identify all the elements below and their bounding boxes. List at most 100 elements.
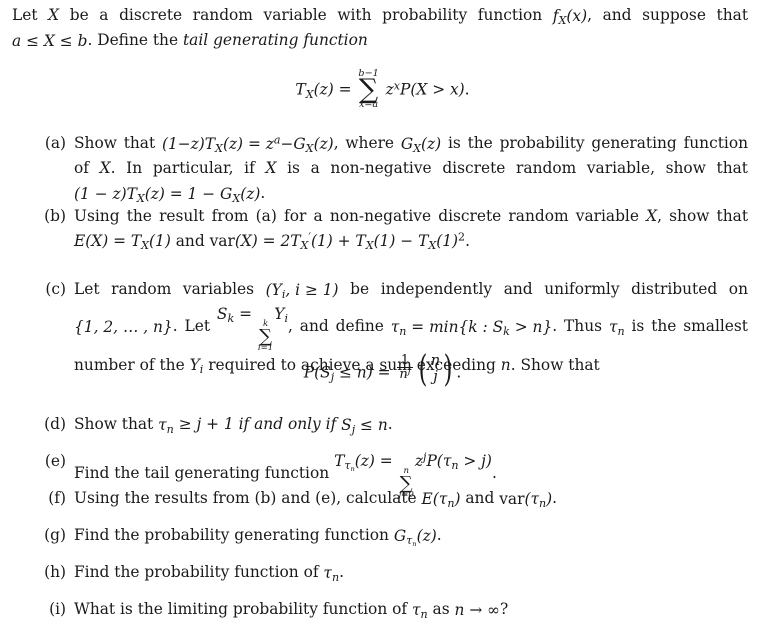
item-c-text-5: . Thus — [552, 317, 609, 336]
item-c-text-2: be independently and uniformly distribut… — [338, 280, 748, 298]
item-a-equation-2: GX(z) — [400, 134, 442, 155]
eq-T-subscript: X — [305, 87, 314, 101]
item-e-text-1: Find the tail generating function — [74, 464, 335, 483]
intro-emphasis: tail generating function — [182, 31, 368, 49]
item-i-text-2: as — [427, 600, 455, 618]
item-body-d: Show that τn ≥ j + 1 if and only if Sj ≤… — [74, 412, 748, 437]
item-label-f: (f) — [48, 489, 66, 507]
item-body-a: Show that (1−z)TX(z) = za−GX(z), where G… — [74, 131, 748, 206]
item-b-text-2: , show that — [657, 207, 749, 225]
item-label-a: (a) — [44, 134, 66, 152]
item-f-text-2: and — [460, 489, 500, 507]
eq-P: P — [399, 80, 411, 99]
item-c-text-3: . Let — [172, 317, 217, 336]
item-a-var-3: X — [265, 159, 277, 178]
item-c-partial-sum-definition: Sk = k ∑ i=1 Yi — [216, 305, 288, 354]
item-d-text-3: . — [387, 415, 393, 433]
item-g-pgf-expr: Gτn(z) — [393, 526, 437, 548]
intro-fx-expr: fX(x) — [552, 7, 588, 28]
sum-lower-limit: x=a — [358, 99, 379, 111]
eq-T: T — [295, 80, 306, 99]
item-d-S-expr: Sj ≤ n — [341, 415, 388, 436]
item-c-sigma-glyph: ∑ — [259, 325, 272, 347]
item-c-sum-lower: i=1 — [257, 343, 274, 354]
item-f-text-1: Using the results from (b) and (e), calc… — [74, 489, 422, 507]
item-c-display-equation: P(Sj ≤ n) = 1 nj(n j). — [0, 346, 765, 390]
item-i-text-1: What is the limiting probability functio… — [74, 600, 412, 618]
item-i-text-3: ? — [499, 600, 509, 618]
summation-symbol: b−1 ∑ x=a — [358, 68, 379, 111]
item-b-text-1: Using the result from (a) for a non-nega… — [74, 207, 647, 225]
item-b-var-operator: var — [209, 232, 235, 251]
item-label-b: (b) — [44, 207, 66, 225]
eqc-denominator: nj — [397, 366, 413, 383]
item-a-equation-3: (1 − z)TX(z) = 1 − GX(z) — [74, 184, 261, 205]
sigma-glyph: ∑ — [358, 74, 379, 106]
item-g-G-subscript: τn — [406, 533, 417, 548]
item-e-text-2: . — [491, 464, 497, 483]
item-c-support-set: {1, 2, … , n} — [74, 318, 173, 337]
item-c-tau-definition: τn = min{k : Sk > n} — [390, 318, 553, 339]
item-d-text-2: ≥ j + 1 if and only if — [173, 415, 342, 433]
main-display-equation: TX(z) = b−1 ∑ x=a zxP(X > x). — [0, 68, 765, 111]
intro-condition-expr: a ≤ X ≤ b — [12, 32, 88, 50]
item-f-variance-expr: var(τn) — [499, 489, 553, 510]
item-body-f: Using the results from (b) and (e), calc… — [74, 486, 748, 511]
item-f-expectation-expr: E(τn) — [421, 489, 461, 510]
eqc-equals: = — [372, 363, 396, 382]
item-a-equation-1: (1−z)TX(z) = za−GX(z) — [161, 133, 334, 155]
item-body-i: What is the limiting probability functio… — [74, 597, 748, 622]
item-f-text-3: . — [552, 489, 558, 507]
intro-text-2: be a discrete random variable with proba… — [59, 6, 553, 24]
intro-text-1: Let — [12, 6, 49, 24]
item-b-text-4: . — [465, 231, 471, 250]
item-label-i: (i) — [49, 600, 66, 618]
item-a-text-5: is a non-negative discrete random variab… — [276, 159, 748, 178]
item-b-expectation-equation: E(X) = TX(1) — [74, 232, 171, 253]
item-b-text-3: and — [170, 231, 210, 250]
item-a-text-4: . In particular, if — [110, 159, 266, 178]
item-b-var-1: X — [646, 207, 658, 225]
binom-top: n — [430, 352, 441, 370]
probability-partial-sum-formula: P(Sj ≤ n) = 1 nj(n j). — [303, 346, 462, 390]
item-label-c: (c) — [45, 280, 66, 298]
tail-generating-function-formula: TX(z) = b−1 ∑ x=a zxP(X > x). — [295, 68, 469, 111]
intro-var-X: X — [48, 6, 60, 24]
item-label-e: (e) — [44, 452, 66, 470]
item-f-var-operator: var — [499, 489, 525, 508]
item-body-h: Find the probability function of τn. — [74, 560, 748, 585]
binom-bottom: j — [433, 367, 438, 385]
item-g-text-1: Find the probability generating function — [74, 526, 394, 544]
item-label-h: (h) — [44, 563, 66, 581]
intro-text-4: . Define the — [87, 31, 183, 49]
list-item-f: (f) Using the results from (b) and (e), … — [12, 486, 748, 511]
list-item-h: (h) Find the probability function of τn. — [12, 560, 748, 585]
binom-stack: nj — [430, 353, 441, 384]
item-i-tau-expr: τn — [412, 600, 428, 621]
eqc-period: . — [456, 363, 462, 382]
intro-text-3: , and suppose that — [587, 6, 749, 24]
item-d-tau-expr: τn — [158, 415, 174, 436]
item-b-variance-equation: var(X) = 2TX′(1) + TX(1) − TX(1)2 — [209, 230, 466, 253]
document-page: Let X be a discrete random variable with… — [0, 0, 765, 632]
eq-z: z — [385, 80, 394, 99]
eq-T-arg: (z) — [313, 80, 334, 99]
eq-P-body: (X > x) — [410, 80, 465, 99]
item-h-text-2: . — [339, 563, 344, 581]
item-a-text-1: Show that — [74, 134, 162, 152]
binom-left-paren: ( — [418, 346, 428, 390]
item-g-text-2: . — [436, 526, 442, 544]
list-item-i: (i) What is the limiting probability fun… — [12, 597, 748, 622]
list-item-d: (d) Show that τn ≥ j + 1 if and only if … — [12, 412, 748, 437]
item-body-b: Using the result from (a) for a non-nega… — [74, 204, 748, 254]
item-i-limit-expr: n → ∞ — [454, 600, 500, 619]
intro-paragraph: Let X be a discrete random variable with… — [12, 3, 748, 53]
item-h-tau-expr: τn — [323, 563, 340, 584]
eqc-lhs: P(S — [303, 363, 331, 382]
item-body-g: Find the probability generating function… — [74, 523, 748, 548]
item-e-T-subscript-tau: τn — [344, 459, 355, 474]
item-c-text-4: , and define — [288, 317, 391, 336]
item-label-g: (g) — [44, 526, 66, 544]
item-label-d: (d) — [44, 415, 66, 433]
item-c-random-variables: (Yi, i ≥ 1) — [265, 280, 339, 301]
